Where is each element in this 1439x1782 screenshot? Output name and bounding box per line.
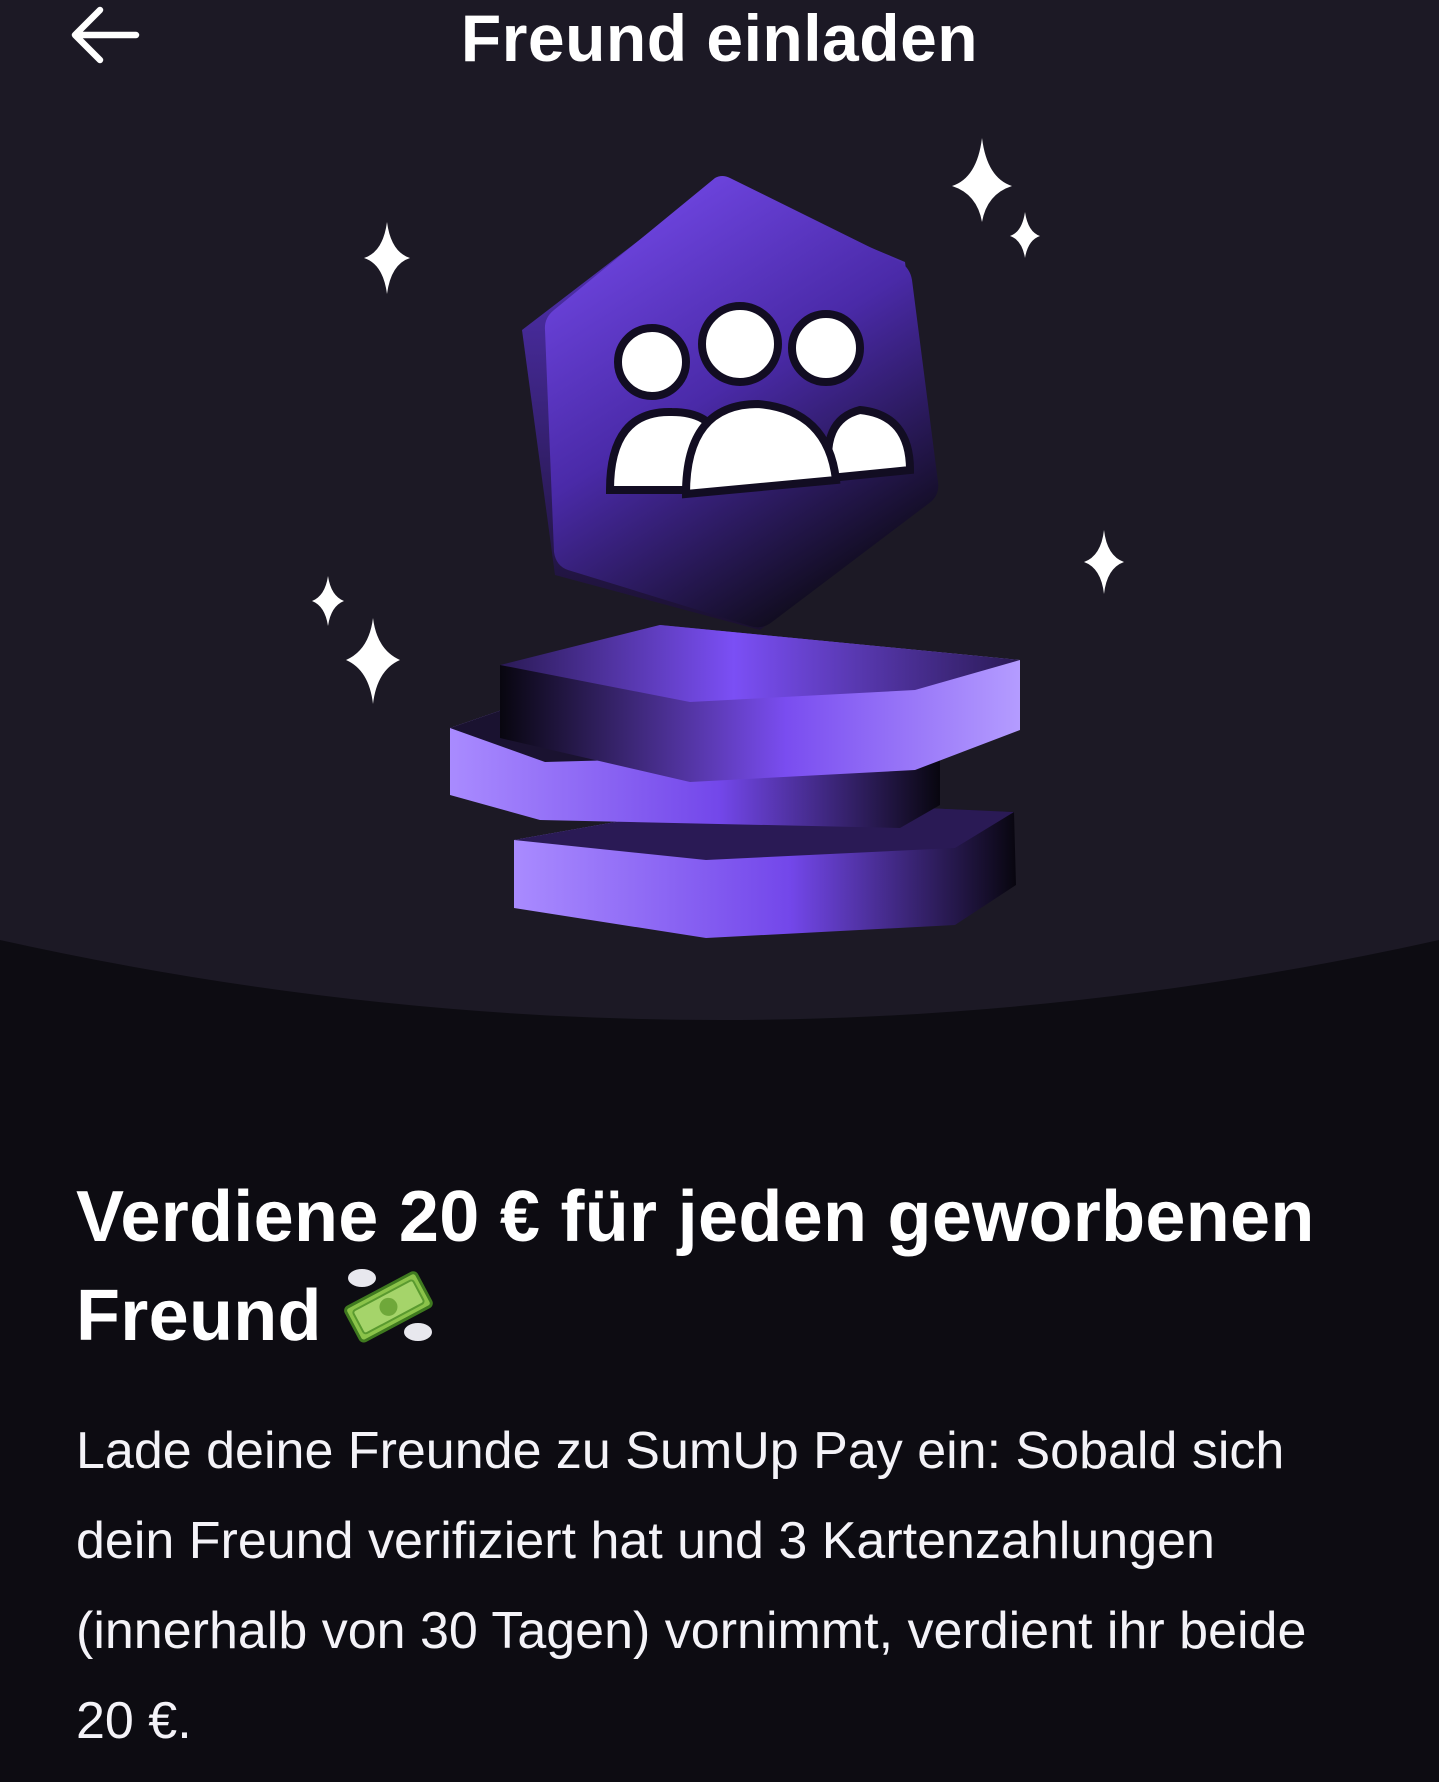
headline-text: Verdiene 20 € für jeden geworbenen Freun… (76, 1177, 1315, 1356)
coin-stack (450, 625, 1020, 938)
badge-hexagon (522, 176, 939, 630)
invite-description: Lade deine Freunde zu SumUp Pay ein: Sob… (76, 1422, 1307, 1750)
money-with-wings-icon (343, 1269, 433, 1343)
invite-illustration (312, 138, 1124, 938)
headline: Verdiene 20 € für jeden geworbenen Freun… (76, 1172, 1376, 1361)
